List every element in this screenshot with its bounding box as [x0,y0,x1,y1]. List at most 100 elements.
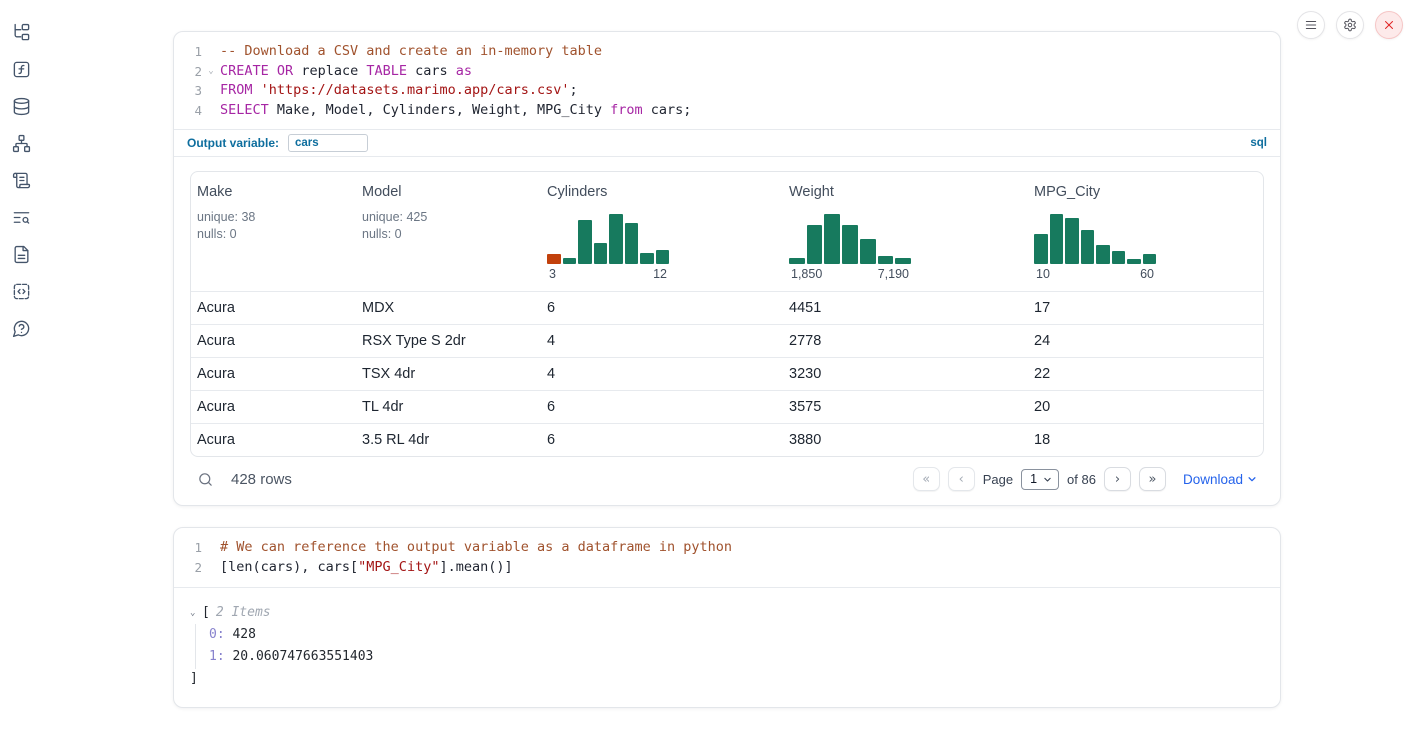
table-cell: Acura [191,333,356,349]
table-row[interactable]: AcuraMDX6445117 [191,291,1263,324]
first-page-button[interactable]: « [913,467,940,491]
table-cell: Acura [191,399,356,415]
sidebar-button-dependency-graph[interactable] [12,133,32,153]
python-cell-output: ⌄ [ 2 Items 0: 428 1: 20.060747663551403… [174,587,1280,707]
histogram-bar[interactable] [609,214,623,264]
histogram-bar[interactable] [1143,254,1157,264]
histogram-bar[interactable] [563,258,577,264]
item-index: 0: [209,627,225,642]
table-cell: RSX Type S 2dr [356,333,541,349]
prev-page-button[interactable]: ‹ [948,467,975,491]
fold-indicator-icon [202,558,220,578]
histogram-bar[interactable] [1112,251,1126,264]
histogram-bars [789,214,911,264]
stat-line: nulls: 0 [197,226,350,243]
fold-indicator-icon [202,101,220,121]
histogram-bar[interactable] [842,225,858,264]
python-code-editor[interactable]: 1# We can reference the output variable … [174,528,1280,586]
histogram-bar[interactable] [625,223,639,264]
sidebar-button-outline[interactable] [12,244,32,264]
table-body: AcuraMDX6445117AcuraRSX Type S 2dr427782… [191,291,1263,456]
table-row[interactable]: AcuraRSX Type S 2dr4277824 [191,324,1263,357]
fold-indicator-icon[interactable]: ⌄ [202,62,220,82]
histogram-bar[interactable] [640,253,654,264]
histogram-bar[interactable] [895,258,911,264]
sidebar-button-help[interactable] [12,318,32,338]
axis-label: 10 [1036,267,1050,281]
histogram-bar[interactable] [1081,230,1095,264]
line-number: 4 [180,101,202,121]
histogram-bar[interactable] [807,225,823,264]
download-button[interactable]: Download [1183,472,1257,487]
table-row[interactable]: AcuraTL 4dr6357520 [191,390,1263,423]
output-variable-row: Output variable: sql [174,129,1280,156]
histogram-bar[interactable] [1065,218,1079,264]
code-token: OR [277,63,293,79]
output-variable-input[interactable] [288,134,368,152]
histogram-axis-labels: 1,8507,190 [789,267,911,281]
chevron-down-icon [1247,474,1257,484]
histogram-bar[interactable] [860,239,876,264]
code-text: # We can reference the output variable a… [220,538,1280,558]
column-header-make[interactable]: Makeunique: 38nulls: 0 [191,172,356,291]
histogram-bar[interactable] [1127,259,1141,264]
next-page-button[interactable]: › [1104,467,1131,491]
table-row[interactable]: Acura3.5 RL 4dr6388018 [191,423,1263,456]
sql-code-editor[interactable]: 1-- Download a CSV and create an in-memo… [174,32,1280,129]
column-header-weight[interactable]: Weight1,8507,190 [783,172,1028,291]
sidebar-button-logs[interactable] [12,207,32,227]
menu-button[interactable] [1297,11,1325,39]
table-row[interactable]: AcuraTSX 4dr4323022 [191,357,1263,390]
code-token: ; [570,82,578,98]
column-title: Model [362,184,535,200]
code-line: 4SELECT Make, Model, Cylinders, Weight, … [174,101,1280,121]
histogram-bar[interactable] [656,250,670,264]
search-icon[interactable] [197,471,214,488]
histogram-bar[interactable] [824,214,840,264]
sidebar-button-snippets[interactable] [12,281,32,301]
python-cell: 1# We can reference the output variable … [173,527,1281,707]
sidebar-button-datasources[interactable] [12,96,32,116]
histogram-bar[interactable] [1050,214,1064,264]
code-token: FROM [220,82,253,98]
histogram-bar[interactable] [878,256,894,264]
stat-line: unique: 38 [197,209,350,226]
page-total: of 86 [1067,472,1096,487]
page-select-value: 1 [1030,472,1037,486]
table-cell: MDX [356,300,541,316]
code-token: from [610,102,643,118]
shutdown-button[interactable] [1375,11,1403,39]
histogram-bar[interactable] [594,243,608,264]
settings-button[interactable] [1336,11,1364,39]
column-header-cylinders[interactable]: Cylinders312 [541,172,783,291]
marimo-notebook: 1-- Download a CSV and create an in-memo… [0,0,1408,729]
histogram-bar[interactable] [1034,234,1048,264]
code-token: replace [293,63,366,79]
topbar-controls [1297,11,1403,39]
fold-indicator-icon [202,42,220,62]
column-stats: unique: 425nulls: 0 [362,209,535,242]
sidebar-button-file-explorer[interactable] [12,22,32,42]
table-cell: Acura [191,366,356,382]
function-square-icon [12,60,31,79]
close-icon [1382,18,1396,32]
open-bracket: [ [202,602,210,624]
table-cell: 3575 [783,399,1028,415]
column-header-model[interactable]: Model unique: 425nulls: 0 [356,172,541,291]
page-select[interactable]: 1 [1021,469,1059,490]
histogram-bar[interactable] [789,258,805,264]
axis-label: 3 [549,267,556,281]
sidebar-button-documentation[interactable] [12,170,32,190]
fold-indicator-icon [202,81,220,101]
collapse-caret-icon[interactable]: ⌄ [190,602,202,624]
column-header-mpg_city[interactable]: MPG_City1060 [1028,172,1263,291]
histogram-bar[interactable] [1096,245,1110,264]
histogram-bars [547,214,669,264]
histogram-bars [1034,214,1156,264]
histogram-bar[interactable] [547,254,561,264]
sidebar-button-functions[interactable] [12,59,32,79]
histogram-bar[interactable] [578,220,592,264]
last-page-button[interactable]: » [1139,467,1166,491]
close-bracket: ] [190,669,1264,689]
line-number: 3 [180,81,202,101]
